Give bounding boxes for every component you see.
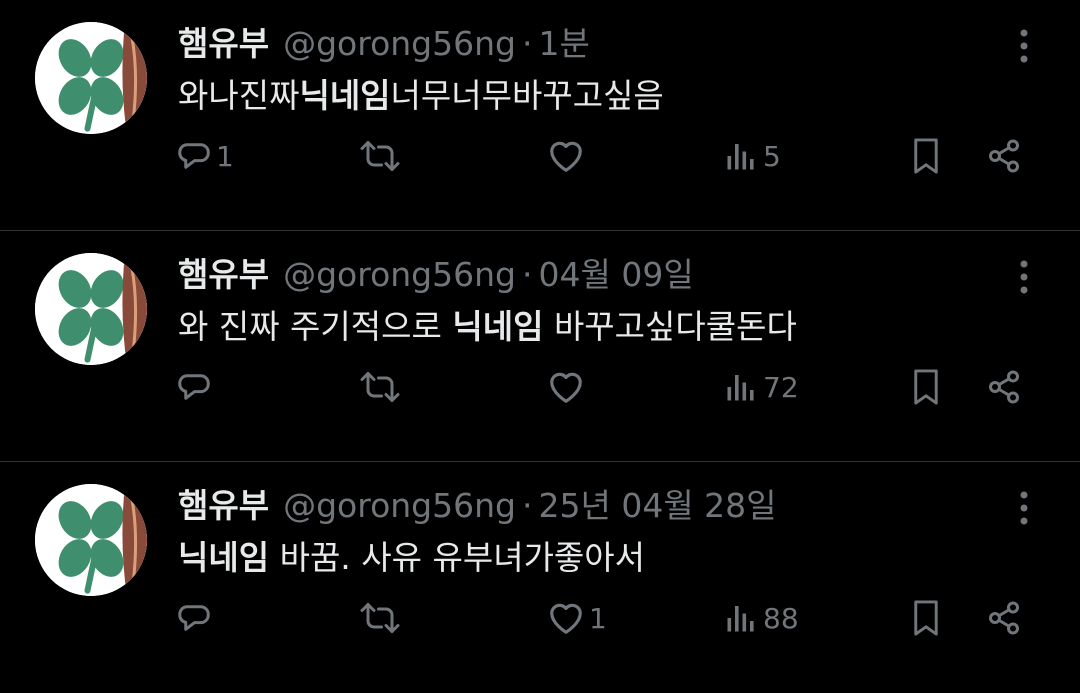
views-button[interactable]: 88 [723,596,799,640]
reply-icon [176,369,212,405]
reply-count: 1 [216,139,234,173]
repost-icon [358,600,402,636]
like-count: 1 [589,601,607,635]
timeline: 햄유부 @gorong56ng · 1분 와나진짜닉네임너무너무바꾸고싶음 1 [0,0,1080,693]
bookmark-button[interactable] [908,134,944,178]
tweet-header: 햄유부 @gorong56ng · 1분 [178,20,590,68]
share-icon [986,369,1022,405]
share-icon [986,600,1022,636]
tweet-text-before: 와 진짜 주기적으로 [178,307,453,346]
repost-icon [358,138,402,174]
reply-button[interactable] [176,365,216,409]
bookmark-icon [908,599,944,637]
like-button[interactable] [547,134,589,178]
views-icon [723,600,759,636]
reply-button[interactable] [176,596,216,640]
repost-button[interactable] [358,365,406,409]
views-button[interactable]: 72 [723,365,799,409]
separator-dot: · [521,486,533,525]
heart-icon [547,600,585,636]
display-name[interactable]: 햄유부 [178,482,269,530]
handle[interactable]: @gorong56ng [283,20,516,68]
share-button[interactable] [986,596,1022,640]
avatar[interactable] [35,484,147,596]
tweet[interactable]: 햄유부 @gorong56ng · 1분 와나진짜닉네임너무너무바꾸고싶음 1 [0,0,1080,231]
share-button[interactable] [986,134,1022,178]
tweet-header: 햄유부 @gorong56ng · 25년 04월 28일 [178,482,777,530]
views-icon [723,369,759,405]
bookmark-button[interactable] [908,596,944,640]
action-bar: 1 88 [0,596,1080,640]
avatar[interactable] [35,22,147,134]
view-count: 5 [763,139,781,173]
separator-dot: · [521,255,533,294]
repost-button[interactable] [358,134,406,178]
tweet-header: 햄유부 @gorong56ng · 04월 09일 [178,251,694,299]
display-name[interactable]: 햄유부 [178,251,269,299]
like-button[interactable]: 1 [547,596,607,640]
tweet-text-after: 너무너무바꾸고싶음 [390,76,664,115]
action-bar: 1 5 [0,134,1080,178]
more-vertical-icon [1020,29,1028,63]
more-button[interactable] [1012,488,1036,528]
view-count: 88 [763,601,799,635]
repost-icon [358,369,402,405]
repost-button[interactable] [358,596,406,640]
handle[interactable]: @gorong56ng [283,251,516,299]
share-icon [986,138,1022,174]
timestamp[interactable]: 1분 [538,20,589,68]
timestamp[interactable]: 04월 09일 [538,251,693,299]
bookmark-button[interactable] [908,365,944,409]
tweet-text-bold: 닉네임 [178,538,270,577]
tweet[interactable]: 햄유부 @gorong56ng · 04월 09일 와 진짜 주기적으로 닉네임… [0,231,1080,462]
bookmark-icon [908,137,944,175]
more-button[interactable] [1012,26,1036,66]
views-icon [723,138,759,174]
heart-icon [547,138,585,174]
share-button[interactable] [986,365,1022,409]
reply-icon [176,600,212,636]
timestamp[interactable]: 25년 04월 28일 [538,482,776,530]
tweet-text: 닉네임 바꿈. 사유 유부녀가좋아서 [178,534,645,582]
display-name[interactable]: 햄유부 [178,20,269,68]
tweet-text: 와나진짜닉네임너무너무바꾸고싶음 [178,72,664,120]
tweet-text-bold: 닉네임 [299,76,391,115]
views-button[interactable]: 5 [723,134,781,178]
bookmark-icon [908,368,944,406]
reply-button[interactable]: 1 [176,134,234,178]
like-button[interactable] [547,365,589,409]
avatar[interactable] [35,253,147,365]
view-count: 72 [763,370,799,404]
more-vertical-icon [1020,491,1028,525]
tweet-text-after: 바꾸고싶다쿨돈다 [543,307,797,346]
separator-dot: · [521,24,533,63]
action-bar: 72 [0,365,1080,409]
tweet-text-before: 와나진짜 [178,76,300,115]
tweet-text-after: 바꿈. 사유 유부녀가좋아서 [269,538,646,577]
reply-icon [176,138,212,174]
heart-icon [547,369,585,405]
tweet-text: 와 진짜 주기적으로 닉네임 바꾸고싶다쿨돈다 [178,303,797,351]
tweet[interactable]: 햄유부 @gorong56ng · 25년 04월 28일 닉네임 바꿈. 사유… [0,462,1080,693]
more-button[interactable] [1012,257,1036,297]
tweet-text-bold: 닉네임 [452,307,544,346]
handle[interactable]: @gorong56ng [283,482,516,530]
more-vertical-icon [1020,260,1028,294]
